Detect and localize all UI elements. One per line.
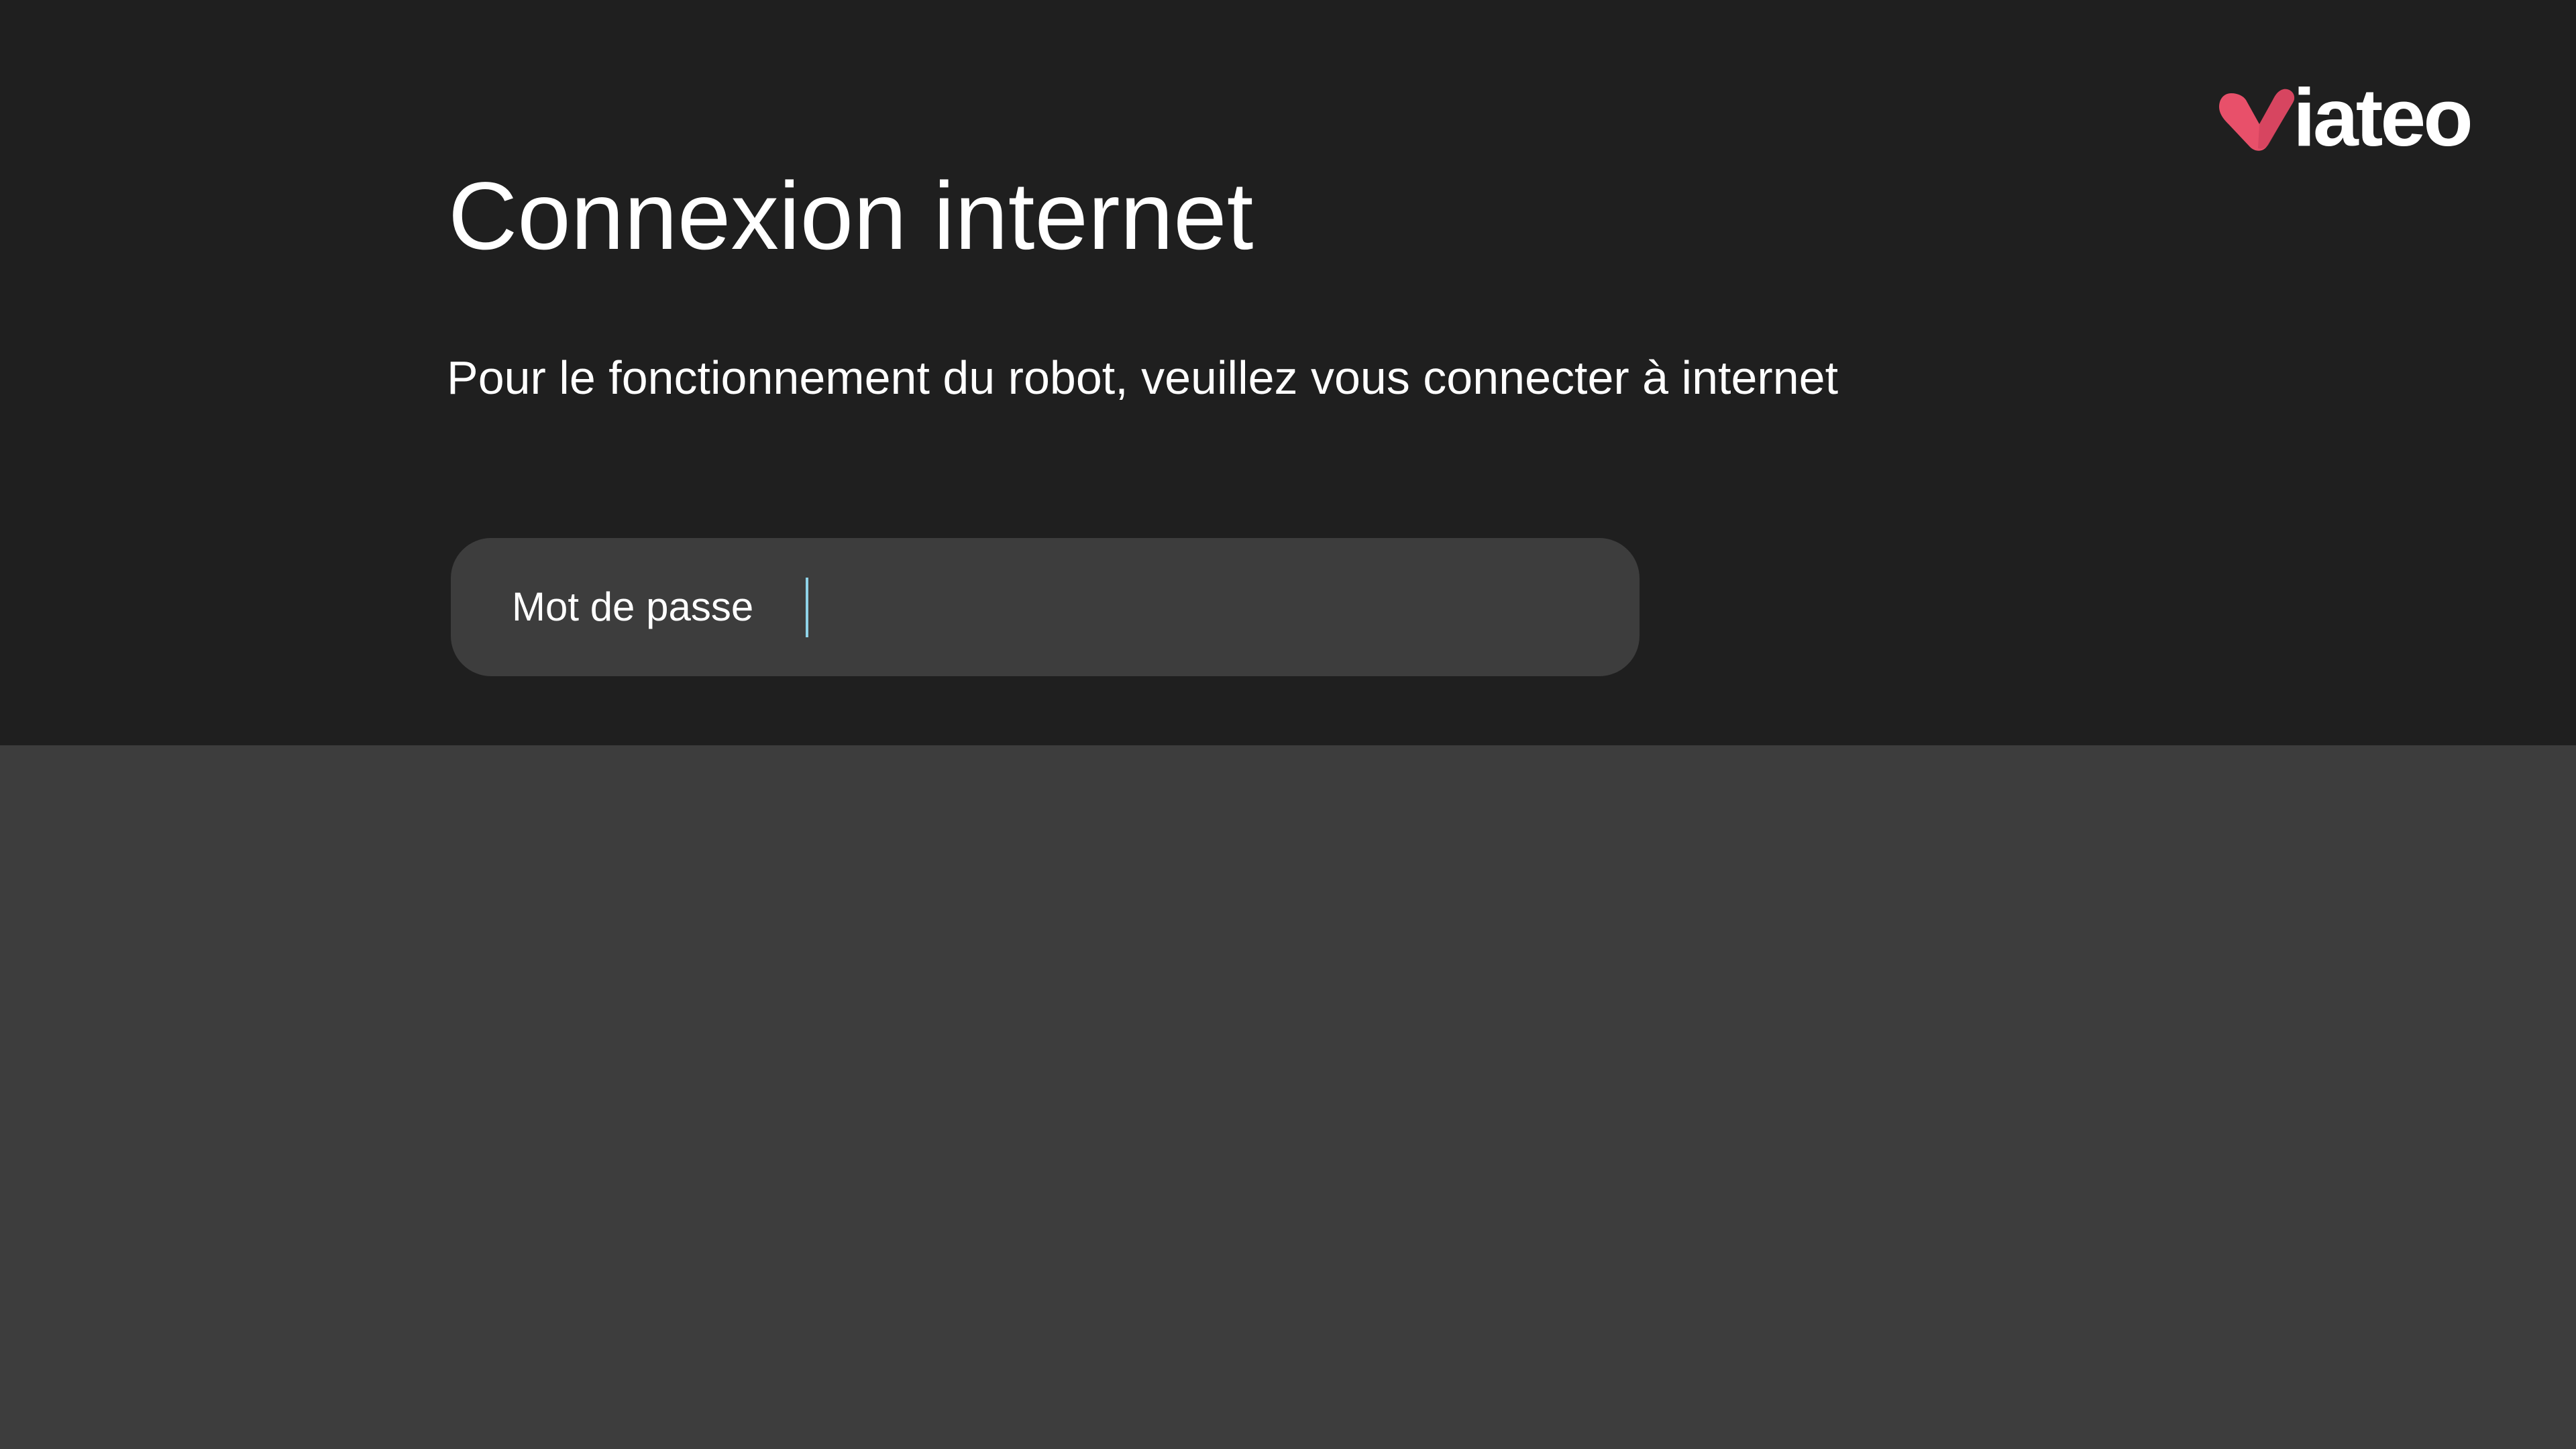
password-field-label: Mot de passe xyxy=(512,584,754,629)
brand-logo-text: iateo xyxy=(2293,72,2473,163)
lower-panel xyxy=(0,745,2576,1449)
header-panel: iateo Connexion internet Pour le fonctio… xyxy=(0,0,2576,745)
text-caret xyxy=(806,578,808,637)
page-title: Connexion internet xyxy=(448,163,1254,270)
password-field[interactable]: Mot de passe xyxy=(451,538,1640,676)
brand-logo: iateo xyxy=(2219,72,2473,163)
password-input[interactable] xyxy=(802,565,1607,649)
heart-v-icon xyxy=(2219,89,2295,151)
page-subtitle: Pour le fonctionnement du robot, veuille… xyxy=(447,352,1839,404)
